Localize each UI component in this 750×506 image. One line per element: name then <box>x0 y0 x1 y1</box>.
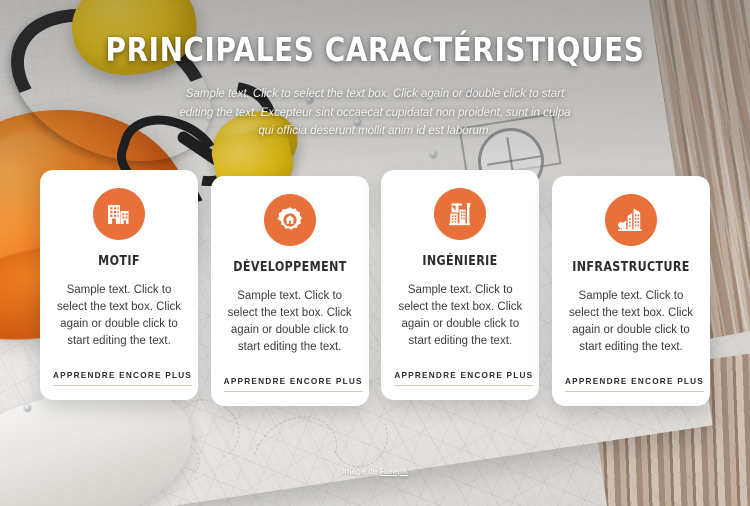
image-credit-source-link[interactable]: Freepik <box>380 466 408 476</box>
feature-card-body: Sample text. Click to select the text bo… <box>398 284 523 348</box>
gear-house-icon <box>263 194 316 246</box>
feature-card-title: INFRASTRUCTURE <box>572 260 690 275</box>
learn-more-link[interactable]: APPRENDRE ENCORE PLUS <box>223 377 363 393</box>
office-buildings-icon <box>93 188 145 240</box>
feature-card-body: Sample text. Click to select the text bo… <box>57 284 181 348</box>
crane-construction-icon <box>434 188 487 240</box>
image-credit: Image de Freepik <box>0 466 750 476</box>
hero-section: PRINCIPALES CARACTÉRISTIQUES Sample text… <box>0 30 750 141</box>
feature-card-body: Sample text. Click to select the text bo… <box>568 290 693 354</box>
image-credit-prefix: Image de <box>341 466 380 476</box>
feature-card-motif[interactable]: MOTIF Sample text. Click to select the t… <box>40 170 198 401</box>
learn-more-link[interactable]: APPRENDRE ENCORE PLUS <box>53 371 193 387</box>
page-content: PRINCIPALES CARACTÉRISTIQUES Sample text… <box>0 0 750 506</box>
hero-subtitle: Sample text. Click to select the text bo… <box>179 88 571 138</box>
feature-card-title: INGÉNIERIE <box>422 254 498 269</box>
feature-card-infrastructure[interactable]: INFRASTRUCTURE Sample text. Click to sel… <box>551 176 710 407</box>
feature-cards: MOTIF Sample text. Click to select the t… <box>40 170 710 407</box>
feature-card-body: Sample text. Click to select the text bo… <box>227 290 352 354</box>
page-title: PRINCIPALES CARACTÉRISTIQUES <box>105 30 645 69</box>
learn-more-link[interactable]: APPRENDRE ENCORE PLUS <box>564 377 705 393</box>
learn-more-link[interactable]: APPRENDRE ENCORE PLUS <box>394 371 534 387</box>
feature-card-title: DÉVELOPPEMENT <box>232 260 347 275</box>
city-skyline-tree-icon <box>604 194 657 246</box>
feature-card-developpement[interactable]: DÉVELOPPEMENT Sample text. Click to sele… <box>210 176 369 407</box>
feature-card-title: MOTIF <box>98 254 140 269</box>
feature-card-ingenierie[interactable]: INGÉNIERIE Sample text. Click to select … <box>381 170 540 401</box>
